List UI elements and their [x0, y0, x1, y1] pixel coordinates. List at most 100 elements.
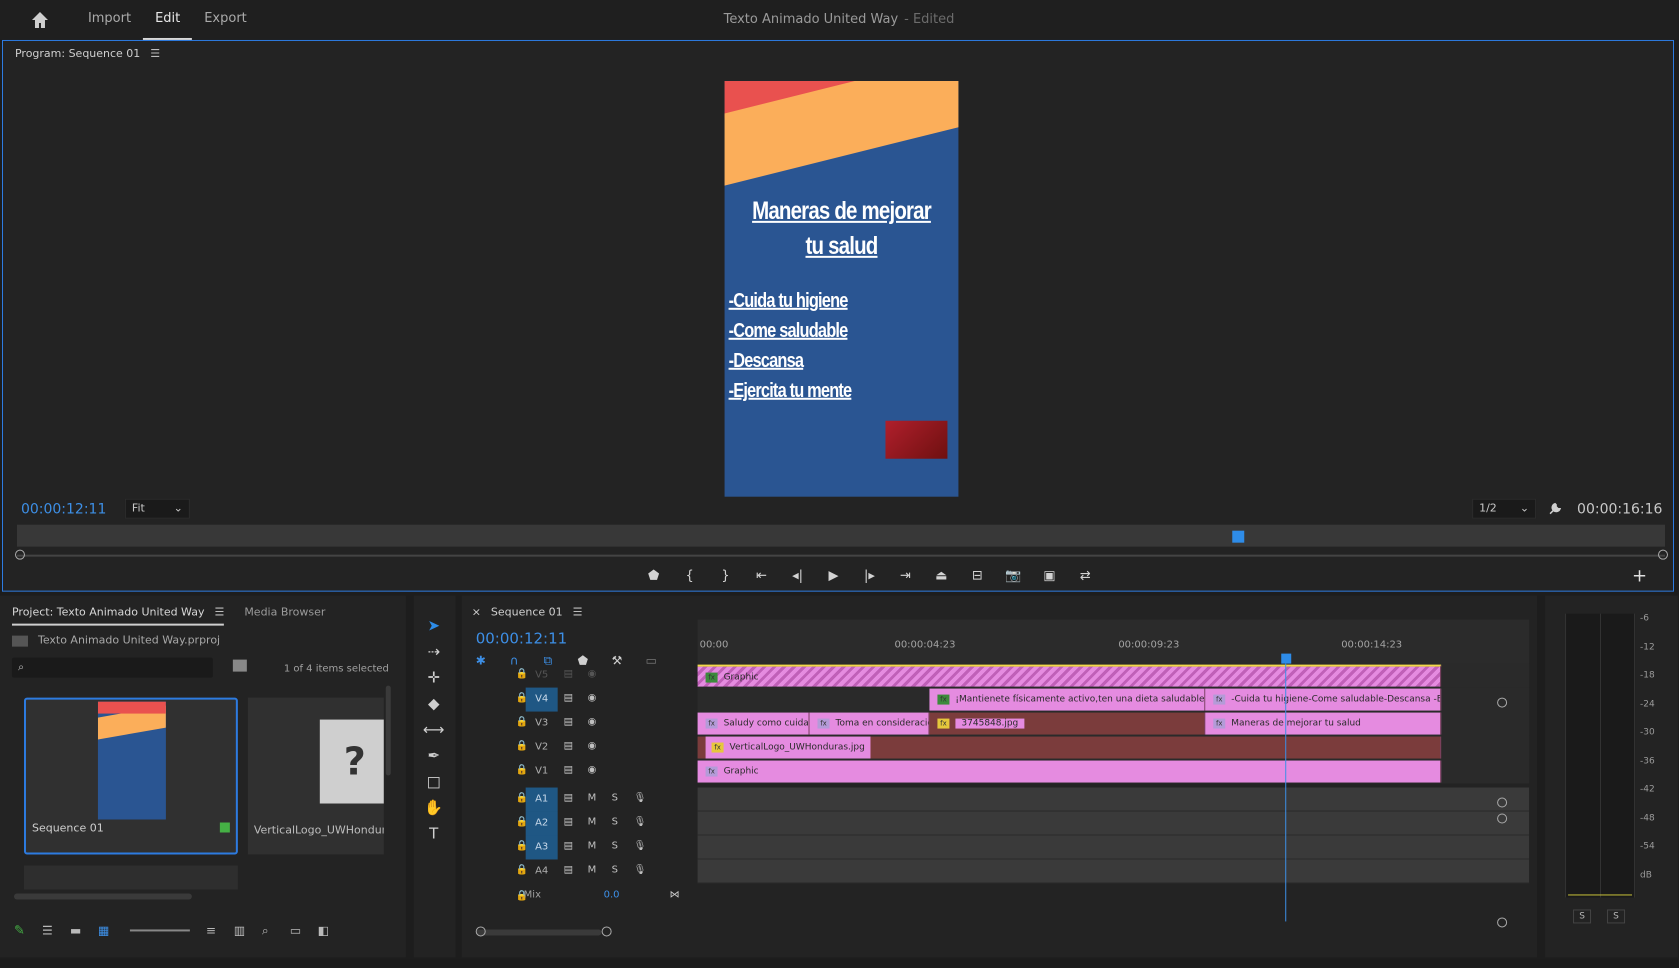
timeline-playhead-handle[interactable]	[1281, 653, 1292, 664]
sync-lock-icon[interactable]: ▤	[564, 717, 578, 729]
timeline-playhead[interactable]	[1285, 663, 1287, 922]
track-lane[interactable]	[697, 811, 1530, 836]
video-scroll-handle[interactable]	[1497, 697, 1508, 708]
clip[interactable]: fx 3745848.jpg	[929, 712, 1206, 735]
solo-button[interactable]: S	[612, 840, 626, 852]
type-tool-icon[interactable]: T	[424, 824, 444, 844]
track-lane[interactable]: fx VerticalLogo_UWHonduras.jpg	[697, 735, 1530, 760]
lock-icon[interactable]: 🔒	[516, 864, 528, 876]
track-lane[interactable]	[697, 835, 1530, 860]
microphone-icon[interactable]: 🎙	[634, 793, 648, 805]
track-target[interactable]: V4	[525, 687, 558, 712]
go-to-out-icon[interactable]: ⇥	[894, 567, 916, 585]
track-select-tool-icon[interactable]: ⇢	[424, 642, 444, 662]
track-target[interactable]: A3	[525, 835, 558, 860]
zoom-scroll-bar[interactable]	[16, 554, 1666, 557]
button-editor-plus-icon[interactable]: +	[1632, 566, 1647, 587]
timeline-horizontal-scrollbar[interactable]	[475, 929, 602, 936]
clip[interactable]: fx VerticalLogo_UWHonduras.jpg	[697, 736, 1442, 759]
add-marker-icon[interactable]: ⬟	[643, 567, 665, 585]
sync-lock-icon[interactable]: ▤	[564, 793, 578, 805]
mute-button[interactable]: M	[588, 840, 602, 852]
eye-icon[interactable]: ◉	[588, 717, 602, 729]
track-target[interactable]: A1	[525, 787, 558, 812]
project-item-sequence[interactable]: Sequence 01	[23, 697, 238, 855]
solo-button[interactable]: S	[612, 793, 626, 805]
panel-menu-icon[interactable]: ☰	[214, 606, 224, 619]
selection-tool-icon[interactable]: ➤	[424, 616, 444, 636]
wrench-icon[interactable]	[1548, 500, 1564, 516]
panel-menu-icon[interactable]: ☰	[150, 47, 160, 60]
eye-icon[interactable]: ◉	[588, 765, 602, 777]
export-frame-icon[interactable]: 📷	[1002, 567, 1024, 585]
play-icon[interactable]: ▶	[823, 567, 845, 585]
solo-left-button[interactable]: S	[1573, 909, 1592, 924]
audio-scroll-handle[interactable]	[1497, 917, 1508, 928]
scroll-handle-right[interactable]	[1658, 549, 1668, 560]
clip[interactable]: fx Toma en consideraciónt	[809, 712, 930, 735]
list-view-icon[interactable]: ☰	[42, 923, 58, 937]
hand-tool-icon[interactable]: ✋	[424, 798, 444, 818]
clip[interactable]: fx Graphic	[697, 760, 1442, 783]
timeline-zoom-handle-left[interactable]	[475, 926, 486, 937]
step-back-icon[interactable]: ◂|	[787, 567, 809, 585]
sync-lock-icon[interactable]: ▤	[564, 864, 578, 876]
tab-edit[interactable]: Edit	[143, 0, 193, 40]
ripple-edit-tool-icon[interactable]: ✛	[424, 668, 444, 688]
mark-in-icon[interactable]: {	[679, 567, 701, 585]
new-item-icon[interactable]: ◧	[318, 923, 334, 937]
lock-icon[interactable]: 🔒	[516, 793, 528, 805]
track-lane[interactable]	[697, 859, 1530, 884]
track-lane[interactable]: fx Graphic	[697, 759, 1530, 784]
comparison-view-icon[interactable]: ▣	[1038, 567, 1060, 585]
scroll-handle-left[interactable]	[14, 549, 25, 560]
extract-icon[interactable]: ⊟	[966, 567, 988, 585]
sync-lock-icon[interactable]: ▤	[564, 817, 578, 829]
microphone-icon[interactable]: 🎙	[634, 840, 648, 852]
razor-tool-icon[interactable]: ◆	[424, 694, 444, 714]
track-lane[interactable]: fx Graphic	[697, 663, 1530, 688]
new-bin-icon[interactable]	[232, 659, 247, 672]
microphone-icon[interactable]: 🎙	[634, 817, 648, 829]
track-target[interactable]: A2	[525, 811, 558, 836]
mix-end-icon[interactable]: ⋈	[670, 889, 680, 900]
mute-button[interactable]: M	[588, 817, 602, 829]
toggle-proxies-icon[interactable]: ⇄	[1074, 567, 1096, 585]
pen-tool-icon[interactable]: ✒	[424, 746, 444, 766]
track-target[interactable]: V3	[526, 712, 558, 736]
track-lane[interactable]: fx Saludy como cuidarla fx Toma en conside…	[697, 711, 1530, 736]
solo-button[interactable]: S	[612, 817, 626, 829]
new-bin-icon[interactable]: ▭	[290, 923, 306, 937]
timeline-zoom-handle-right[interactable]	[601, 926, 612, 937]
track-target[interactable]: V5	[526, 664, 558, 688]
sync-lock-icon[interactable]: ▤	[564, 741, 578, 753]
playhead-marker[interactable]	[1232, 530, 1245, 543]
icon-view-icon[interactable]: ▬	[70, 923, 86, 937]
sync-lock-icon[interactable]: ▤	[564, 765, 578, 777]
track-lane[interactable]	[697, 787, 1530, 812]
zoom-slider[interactable]	[129, 929, 190, 932]
lock-icon[interactable]: 🔒	[516, 765, 528, 777]
tab-sequence[interactable]: × Sequence 01 ☰	[472, 606, 583, 619]
eye-icon[interactable]: ◉	[588, 669, 602, 681]
video-scroll-handle[interactable]	[1497, 797, 1508, 808]
resolution-select[interactable]: 1/2 ⌄	[1472, 498, 1537, 519]
track-lane[interactable]: fx ¡Mantienete físicamente activo,ten una…	[697, 687, 1530, 712]
project-vertical-scrollbar[interactable]	[385, 685, 391, 776]
lock-icon[interactable]: 🔒	[516, 717, 528, 729]
zoom-select[interactable]: Fit ⌄	[124, 498, 190, 519]
track-target[interactable]: V1	[526, 760, 558, 784]
sync-lock-icon[interactable]: ▤	[564, 669, 578, 681]
lift-icon[interactable]: ⏏	[930, 567, 952, 585]
program-scrub-bar[interactable]	[16, 524, 1666, 547]
project-item-partial[interactable]	[23, 865, 238, 890]
program-panel-title[interactable]: Program: Sequence 01 ☰	[15, 47, 160, 60]
eye-icon[interactable]: ◉	[588, 693, 602, 705]
video-preview[interactable]: Maneras de mejorar tu salud -Cuida tu hi…	[724, 80, 959, 497]
find-icon[interactable]: ⌕	[262, 923, 278, 937]
track-target[interactable]: A4	[526, 859, 558, 883]
tab-media-browser[interactable]: Media Browser	[244, 606, 325, 626]
freeform-view-icon[interactable]: ▦	[98, 923, 114, 937]
time-ruler[interactable]: 00:00 00:00:04:23 00:00:09:23 00:00:14:2…	[697, 619, 1530, 664]
clip[interactable]: fx -Cuida tu higiene-Come saludable-Desca…	[1205, 688, 1442, 711]
